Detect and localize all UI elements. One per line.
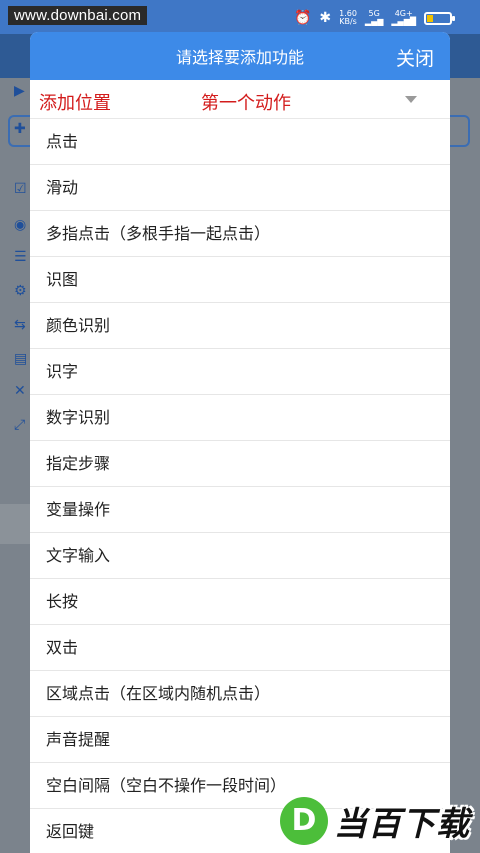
expand-icon: ⤢ [14,417,26,433]
position-label: 添加位置 [39,93,111,114]
function-item-text-recognition[interactable]: 识字 [30,349,450,395]
function-item-double-click[interactable]: 双击 [30,625,450,671]
bluetooth-icon: ✱ [319,10,332,26]
plus-icon: ✚ [14,121,26,137]
status-icons: ⏰ ✱ 1.60 KB/s 5G ▂▄▆ 4G+ ▂▄▆█ [293,8,455,28]
background-field-right [450,115,470,147]
eye-icon: ◉ [14,217,27,233]
logo-d-icon: D [280,797,328,845]
logo-text: 当百下载 [334,804,470,843]
function-item-color-recognition[interactable]: 颜色识别 [30,303,450,349]
function-item-multi-finger-click[interactable]: 多指点击（多根手指一起点击） [30,211,450,257]
battery-icon [424,11,455,25]
function-item-variable-operation[interactable]: 变量操作 [30,487,450,533]
add-function-dialog: 请选择要添加功能 关闭 添加位置 第一个动作 点击 滑动 多指点击（多根手指一起… [30,32,450,853]
function-item-area-click[interactable]: 区域点击（在区域内随机点击） [30,671,450,717]
signal-4g: 4G+ ▂▄▆█ [391,9,416,26]
list-icon: ☰ [14,249,27,265]
save-icon: ▤ [14,351,28,367]
site-watermark: www.downbai.com [8,6,148,25]
dialog-title: 请选择要添加功能 [175,48,304,67]
close-icon: ✕ [14,383,26,399]
position-selector[interactable]: 添加位置 第一个动作 [30,80,450,119]
position-value[interactable]: 第一个动作 [201,89,291,115]
function-item-goto-step[interactable]: 指定步骤 [30,441,450,487]
function-list: 点击 滑动 多指点击（多根手指一起点击） 识图 颜色识别 识字 数字识别 指定步… [30,119,450,853]
settings-icon: ⚙ [14,283,27,299]
function-item-click[interactable]: 点击 [30,119,450,165]
close-button[interactable]: 关闭 [396,44,434,71]
function-item-image-recognition[interactable]: 识图 [30,257,450,303]
alarm-icon: ⏰ [293,10,312,26]
dropdown-arrow-icon[interactable] [405,96,417,103]
function-item-swipe[interactable]: 滑动 [30,165,450,211]
signal-5g: 5G ▂▄▆ [364,9,384,26]
checkbox-icon: ☑ [14,181,27,197]
play-icon: ▶ [14,83,25,99]
function-item-long-press[interactable]: 长按 [30,579,450,625]
net-speed: 1.60 KB/s [339,9,357,26]
switch-icon: ⇆ [14,317,26,333]
site-logo: D 当百下载 [280,792,474,850]
dialog-header: 请选择要添加功能 关闭 [30,32,450,80]
function-item-number-recognition[interactable]: 数字识别 [30,395,450,441]
background-stripe [0,504,30,544]
function-item-text-input[interactable]: 文字输入 [30,533,450,579]
status-bar: www.downbai.com ⏰ ✱ 1.60 KB/s 5G ▂▄▆ 4G+… [0,0,480,34]
function-item-sound-alert[interactable]: 声音提醒 [30,717,450,763]
